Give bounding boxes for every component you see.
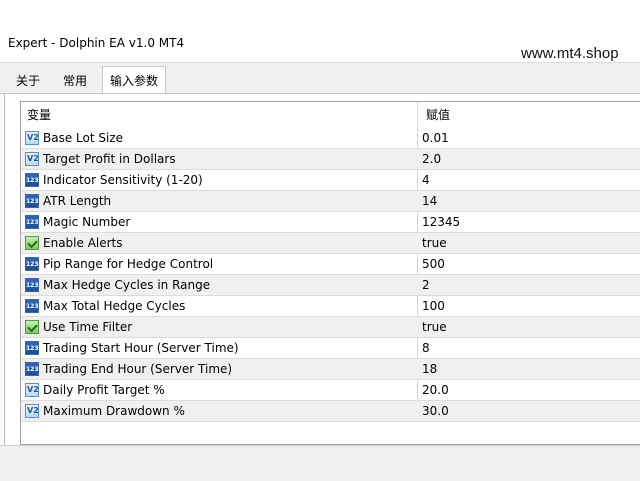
param-row[interactable]: ATR Length 14 (21, 191, 640, 212)
param-name: Trading End Hour (Server Time) (43, 362, 233, 376)
param-name: Max Hedge Cycles in Range (43, 278, 211, 292)
tab-inputs[interactable]: 输入参数 (102, 66, 166, 96)
param-name: Base Lot Size (43, 131, 124, 145)
param-name: Enable Alerts (43, 236, 123, 250)
param-name: Maximum Drawdown % (43, 404, 185, 418)
param-row[interactable]: Indicator Sensitivity (1-20) 4 (21, 170, 640, 191)
param-name: ATR Length (43, 194, 112, 208)
integer-icon (25, 362, 39, 376)
param-value[interactable]: 30.0 (422, 401, 449, 421)
integer-icon (25, 215, 39, 229)
param-row[interactable]: Maximum Drawdown % 30.0 (21, 401, 640, 422)
param-name: Use Time Filter (43, 320, 133, 334)
param-name: Max Total Hedge Cycles (43, 299, 186, 313)
param-value[interactable]: 14 (422, 191, 437, 211)
param-row[interactable]: Base Lot Size 0.01 (21, 128, 640, 149)
integer-icon (25, 341, 39, 355)
double-icon (25, 131, 39, 145)
param-row[interactable]: Max Total Hedge Cycles 100 (21, 296, 640, 317)
param-row[interactable]: Use Time Filter true (21, 317, 640, 338)
double-icon (25, 152, 39, 166)
inputs-grid: 变量 赋值 Base Lot Size0.01Target Profit in … (20, 101, 640, 445)
param-value[interactable]: true (422, 317, 447, 337)
param-name: Indicator Sensitivity (1-20) (43, 173, 203, 187)
param-value[interactable]: 20.0 (422, 380, 449, 400)
param-value[interactable]: 100 (422, 296, 445, 316)
bool-icon (25, 320, 39, 334)
param-value[interactable]: 18 (422, 359, 437, 379)
double-icon (25, 404, 39, 418)
double-icon (25, 383, 39, 397)
bottom-area (0, 445, 640, 481)
param-name: Trading Start Hour (Server Time) (43, 341, 239, 355)
panel-border (4, 94, 5, 445)
header-variable[interactable]: 变量 (27, 102, 51, 128)
param-name: Target Profit in Dollars (43, 152, 176, 166)
param-row[interactable]: Daily Profit Target % 20.0 (21, 380, 640, 401)
param-row[interactable]: Max Hedge Cycles in Range 2 (21, 275, 640, 296)
param-value[interactable]: true (422, 233, 447, 253)
tab-common[interactable]: 常用 (52, 69, 98, 95)
param-value[interactable]: 0.01 (422, 128, 449, 148)
integer-icon (25, 299, 39, 313)
integer-icon (25, 173, 39, 187)
param-name: Pip Range for Hedge Control (43, 257, 214, 271)
bool-icon (25, 236, 39, 250)
grid-header: 变量 赋值 (21, 102, 640, 128)
param-row[interactable]: Trading End Hour (Server Time) 18 (21, 359, 640, 380)
integer-icon (25, 257, 39, 271)
param-row[interactable]: Enable Alerts true (21, 233, 640, 254)
param-value[interactable]: 4 (422, 170, 430, 190)
param-name: Daily Profit Target % (43, 383, 165, 397)
tab-strip: 关于 常用 输入参数 (0, 62, 640, 96)
param-row[interactable]: Target Profit in Dollars 2.0 (21, 149, 640, 170)
param-name: Magic Number (43, 215, 131, 229)
title-bar: Expert - Dolphin EA v1.0 MT4 www.mt4.sho… (0, 0, 640, 62)
header-value[interactable]: 赋值 (426, 102, 450, 128)
param-value[interactable]: 8 (422, 338, 430, 358)
integer-icon (25, 278, 39, 292)
integer-icon (25, 194, 39, 208)
tab-about[interactable]: 关于 (8, 69, 48, 95)
param-value[interactable]: 12345 (422, 212, 460, 232)
param-value[interactable]: 500 (422, 254, 445, 274)
param-row[interactable]: Magic Number 12345 (21, 212, 640, 233)
param-value[interactable]: 2.0 (422, 149, 441, 169)
param-row[interactable]: Pip Range for Hedge Control 500 (21, 254, 640, 275)
watermark-text: www.mt4.shop (521, 45, 619, 62)
param-row[interactable]: Trading Start Hour (Server Time) 8 (21, 338, 640, 359)
param-value[interactable]: 2 (422, 275, 430, 295)
window-title: Expert - Dolphin EA v1.0 MT4 (8, 36, 185, 50)
